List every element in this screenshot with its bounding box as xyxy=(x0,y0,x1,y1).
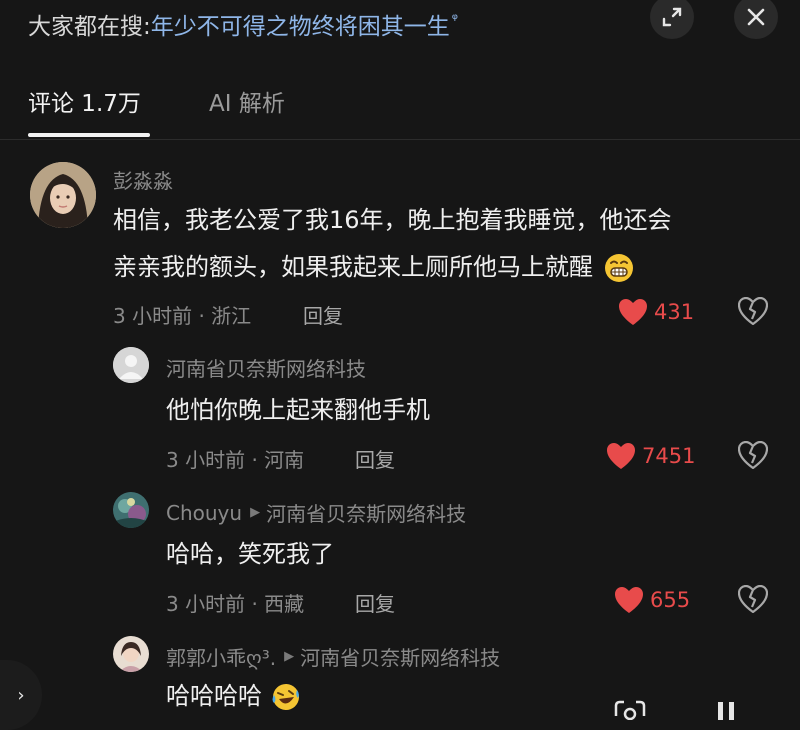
comment-meta: 3 小时前 · 西藏 xyxy=(166,592,305,616)
like-count: 431 xyxy=(654,300,695,324)
avatar[interactable] xyxy=(113,636,149,672)
laughing-crying-face-icon xyxy=(272,684,299,710)
reply-arrow-icon: ▶ xyxy=(284,649,295,664)
trending-search-bar[interactable]: 大家都在搜: 年少不可得之物终将困其一生 ᵠ xyxy=(28,4,458,44)
like-count: 7451 xyxy=(642,444,696,468)
comment-username[interactable]: 郭郭小乖ღ³. xyxy=(166,642,276,671)
pause-icon xyxy=(718,702,734,720)
expand-button[interactable] xyxy=(650,0,694,39)
reply-button[interactable]: 回复 xyxy=(355,444,395,473)
avatar-photo xyxy=(113,492,149,528)
avatar[interactable] xyxy=(113,347,149,383)
heart-icon xyxy=(615,587,643,613)
avatar-photo xyxy=(113,636,149,672)
comment-text-line: 他怕你晚上起来翻他手机 xyxy=(166,396,430,424)
broken-heart-icon xyxy=(737,440,769,470)
close-button[interactable] xyxy=(734,0,778,39)
comment-text-line: 相信，我老公爱了我16年，晚上抱着我睡觉，他还会 xyxy=(113,206,672,234)
comment-username[interactable]: Chouyu xyxy=(166,501,242,525)
avatar[interactable] xyxy=(30,162,96,228)
reply-to-username[interactable]: 河南省贝奈斯网络科技 xyxy=(266,498,466,527)
side-expand-button[interactable]: › xyxy=(0,660,42,730)
reply-button[interactable]: 回复 xyxy=(355,588,395,617)
like-count: 655 xyxy=(650,588,691,612)
broken-heart-icon xyxy=(737,584,769,614)
comment-text-line: 亲亲我的额头，如果我起来上厕所他马上就醒 xyxy=(113,245,635,289)
reply-to-username[interactable]: 河南省贝奈斯网络科技 xyxy=(300,642,500,671)
reply-button[interactable]: 回复 xyxy=(303,300,343,329)
dislike-button[interactable] xyxy=(737,296,769,329)
like-button[interactable]: 431 xyxy=(618,298,694,326)
trending-search-query[interactable]: 年少不可得之物终将困其一生 xyxy=(151,7,450,41)
broken-heart-icon xyxy=(737,296,769,326)
like-button[interactable]: 655 xyxy=(614,586,690,614)
pause-button[interactable] xyxy=(712,700,740,724)
tab-comments[interactable]: 评论 1.7万 xyxy=(28,84,141,118)
trending-search-label: 大家都在搜: xyxy=(28,14,151,40)
expand-icon xyxy=(662,7,682,27)
reply-header: 郭郭小乖ღ³. ▶ 河南省贝奈斯网络科技 xyxy=(166,642,500,671)
reply-arrow-icon: ▶ xyxy=(250,505,261,520)
active-tab-indicator xyxy=(28,133,150,137)
dislike-button[interactable] xyxy=(737,584,769,617)
tab-ai-analysis[interactable]: AI 解析 xyxy=(209,84,285,118)
dislike-button[interactable] xyxy=(737,440,769,473)
comment-username[interactable]: 彭淼淼 xyxy=(113,165,173,194)
default-avatar-icon xyxy=(113,347,149,383)
comment-meta: 3 小时前 · 河南 xyxy=(166,448,305,472)
search-icon: ᵠ xyxy=(451,10,458,28)
comment-username[interactable]: 河南省贝奈斯网络科技 xyxy=(166,353,366,382)
reply-header: Chouyu ▶ 河南省贝奈斯网络科技 xyxy=(166,498,466,527)
avatar-photo xyxy=(30,162,96,228)
heart-icon xyxy=(619,299,647,325)
scan-icon xyxy=(614,700,646,721)
scan-button[interactable] xyxy=(612,700,648,724)
chevron-right-icon: › xyxy=(17,684,25,706)
comment-text-line: 哈哈，笑死我了 xyxy=(166,540,334,568)
close-icon xyxy=(747,8,765,26)
heart-icon xyxy=(607,443,635,469)
like-button[interactable]: 7451 xyxy=(606,442,695,470)
avatar[interactable] xyxy=(113,492,149,528)
header-divider xyxy=(0,139,800,140)
grinning-face-icon xyxy=(604,254,633,282)
comment-meta: 3 小时前 · 浙江 xyxy=(113,304,252,328)
comment-text-line: 哈哈哈哈 xyxy=(166,674,302,718)
